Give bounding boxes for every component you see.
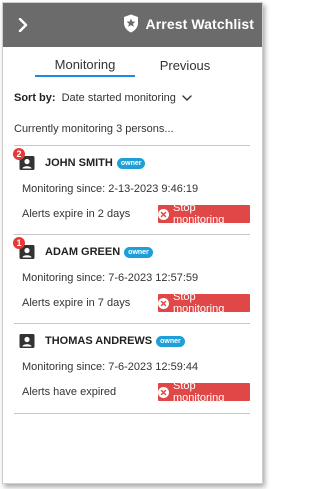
page-title: Arrest Watchlist <box>145 15 254 32</box>
person-card: 1 ADAM GREEN owner Monitoring since: 7-6… <box>13 235 250 315</box>
person-card-icon <box>19 333 35 349</box>
sort-control: Sort by: Date started monitoring <box>14 92 192 104</box>
chevron-down-icon <box>182 94 192 101</box>
header-bar: Arrest Watchlist <box>3 3 262 47</box>
stop-monitoring-label: Stop monitoring <box>173 380 225 404</box>
alert-expiry: Alerts expire in 2 days <box>22 208 131 220</box>
owner-tag: owner <box>124 246 153 258</box>
owner-tag: owner <box>156 335 185 347</box>
chevron-right-icon <box>18 18 28 32</box>
monitoring-status: Currently monitoring 3 persons... <box>14 123 174 135</box>
monitoring-since: Monitoring since: 2-13-2023 9:46:19 <box>22 183 199 195</box>
person-card: 2 JOHN SMITH owner Monitoring since: 2-1… <box>13 146 250 226</box>
sort-dropdown[interactable]: Date started monitoring <box>62 92 192 104</box>
alert-count-badge: 2 <box>13 148 25 160</box>
person-header: 2 JOHN SMITH owner <box>13 148 146 171</box>
shield-star-icon <box>123 14 138 33</box>
stop-monitoring-button[interactable]: Stop monitoring <box>158 202 250 226</box>
person-name: ADAM GREEN <box>45 246 121 258</box>
person-card-icon: 1 <box>13 237 35 260</box>
person-card-icon: 2 <box>13 148 35 171</box>
header-title-group: Arrest Watchlist <box>123 14 254 33</box>
tab-previous[interactable]: Previous <box>135 53 235 77</box>
tab-bar: Monitoring Previous <box>3 53 262 79</box>
monitoring-since: Monitoring since: 7-6-2023 12:57:59 <box>22 272 199 284</box>
alert-expiry: Alerts have expired <box>22 386 117 398</box>
watchlist-panel: Arrest Watchlist Monitoring Previous Sor… <box>2 2 263 484</box>
divider <box>14 413 250 414</box>
monitoring-since: Monitoring since: 7-6-2023 12:59:44 <box>22 361 199 373</box>
back-button[interactable] <box>13 15 33 35</box>
person-card: THOMAS ANDREWS owner Monitoring since: 7… <box>14 324 250 404</box>
alert-count-badge: 1 <box>13 237 25 249</box>
stop-monitoring-button[interactable]: Stop monitoring <box>158 380 250 404</box>
stop-monitoring-button[interactable]: Stop monitoring <box>158 291 250 315</box>
person-name: JOHN SMITH <box>45 157 113 169</box>
stop-monitoring-label: Stop monitoring <box>173 291 225 315</box>
stop-monitoring-label: Stop monitoring <box>173 202 225 226</box>
person-name: THOMAS ANDREWS <box>45 335 153 347</box>
tab-monitoring[interactable]: Monitoring <box>35 53 135 77</box>
close-circle-icon <box>158 208 169 220</box>
person-header: THOMAS ANDREWS owner <box>19 333 185 349</box>
person-header: 1 ADAM GREEN owner <box>13 237 153 260</box>
close-circle-icon <box>158 297 169 309</box>
close-circle-icon <box>158 386 169 398</box>
sort-label: Sort by: <box>14 92 56 104</box>
alert-expiry: Alerts expire in 7 days <box>22 297 131 309</box>
owner-tag: owner <box>116 157 146 169</box>
sort-value: Date started monitoring <box>61 92 176 104</box>
